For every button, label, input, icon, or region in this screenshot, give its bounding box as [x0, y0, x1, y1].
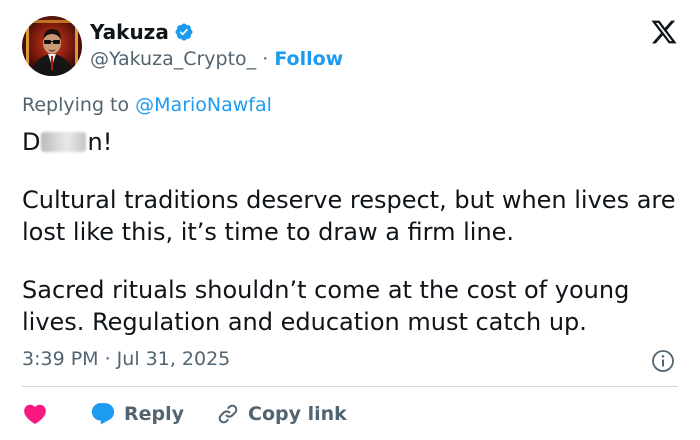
reply-button[interactable]: Reply [90, 401, 184, 427]
follow-button[interactable]: Follow [274, 48, 343, 70]
censored-blur [41, 132, 87, 152]
divider [22, 386, 678, 387]
x-logo-icon[interactable] [650, 18, 678, 46]
avatar[interactable] [22, 16, 82, 76]
author-handle-row: @Yakuza_Crypto_ · Follow [90, 48, 343, 70]
link-icon [218, 404, 238, 424]
reply-mention-link[interactable]: @MarioNawfal [135, 94, 272, 116]
verified-badge-icon [174, 22, 194, 42]
like-button[interactable] [22, 401, 48, 427]
reply-bubble-icon [91, 403, 115, 425]
handle-separator: · [262, 48, 269, 70]
tweet-line-1: Dn! [22, 128, 113, 156]
tweet-paragraph-3: Sacred rituals shouldn’t come at the cos… [22, 276, 630, 336]
reply-context: Replying to @MarioNawfal [22, 94, 272, 116]
author-name-row: Yakuza [90, 20, 194, 44]
action-bar: Reply Copy link [22, 400, 347, 428]
reply-context-prefix: Replying to [22, 94, 136, 116]
tweet-timestamp[interactable]: 3:39 PM · Jul 31, 2025 [22, 348, 230, 370]
copy-link-label: Copy link [248, 403, 347, 425]
heart-icon [24, 404, 46, 424]
author-handle[interactable]: @Yakuza_Crypto_ [90, 48, 256, 70]
tweet-paragraph-2: Cultural traditions deserve respect, but… [22, 186, 676, 246]
copy-link-button[interactable]: Copy link [216, 402, 347, 426]
reply-label: Reply [124, 403, 185, 425]
author-name[interactable]: Yakuza [90, 20, 169, 44]
info-icon[interactable] [651, 349, 675, 373]
avatar-image [22, 16, 82, 76]
tweet-text: Dn! Cultural traditions deserve respect,… [22, 126, 682, 338]
